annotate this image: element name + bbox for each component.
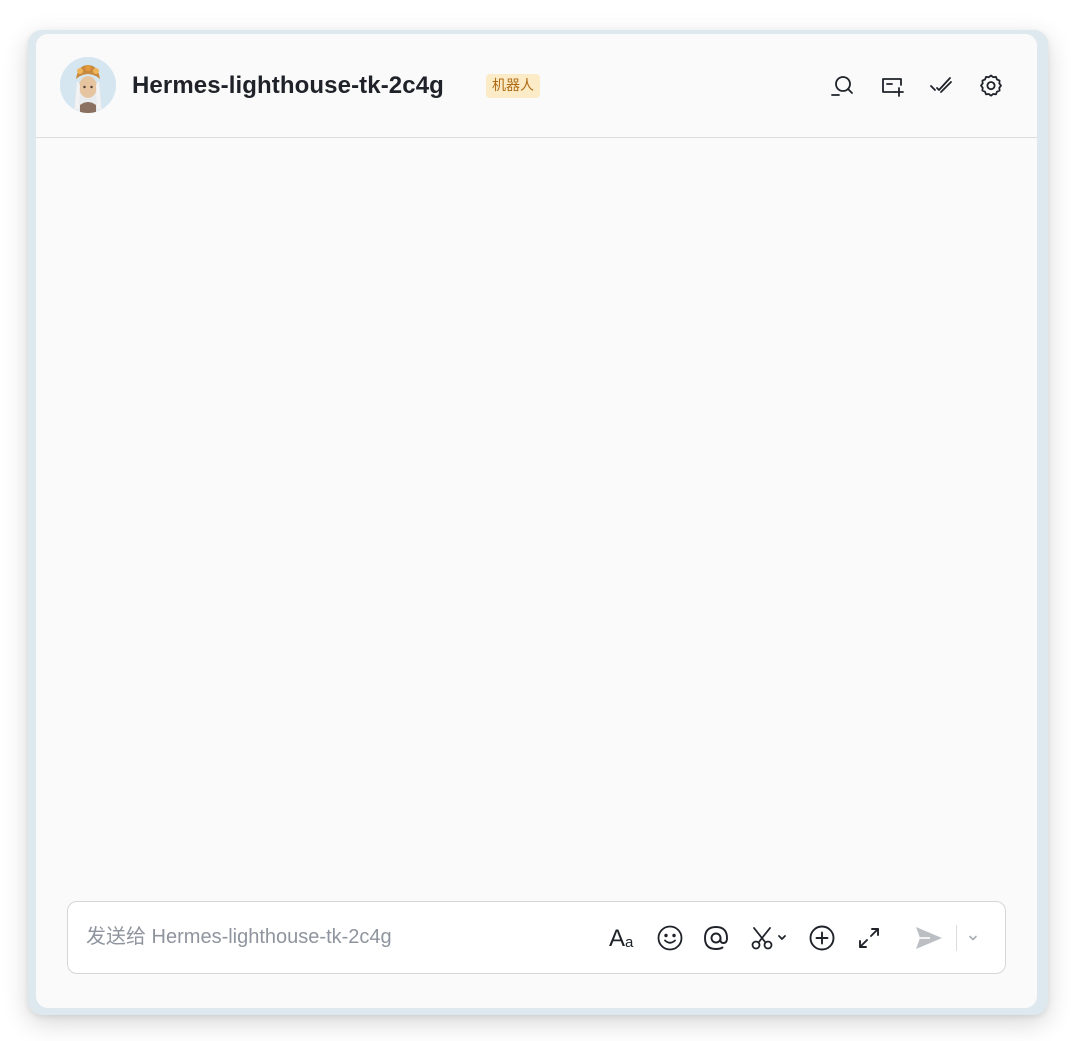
mention-icon[interactable] bbox=[701, 922, 731, 954]
search-chat-icon[interactable] bbox=[828, 72, 856, 100]
mark-done-icon[interactable] bbox=[927, 72, 955, 100]
text-format-icon[interactable]: A a bbox=[608, 922, 642, 954]
send-icon[interactable] bbox=[913, 922, 945, 954]
emoji-icon[interactable] bbox=[655, 922, 685, 954]
add-icon[interactable] bbox=[807, 922, 837, 954]
chat-title: Hermes-lighthouse-tk-2c4g bbox=[132, 72, 444, 99]
expand-icon[interactable] bbox=[854, 922, 884, 954]
screenshot-icon[interactable] bbox=[748, 922, 792, 954]
chat-header: Hermes-lighthouse-tk-2c4g 机器人 bbox=[36, 34, 1037, 138]
message-input[interactable] bbox=[86, 922, 566, 952]
bot-badge: 机器人 bbox=[486, 74, 540, 98]
settings-icon[interactable] bbox=[977, 72, 1005, 100]
chat-window: Hermes-lighthouse-tk-2c4g 机器人 发送给 Hermes… bbox=[36, 34, 1037, 1008]
add-tab-icon[interactable] bbox=[878, 72, 906, 100]
message-composer: A a bbox=[67, 901, 1006, 974]
message-list[interactable] bbox=[36, 138, 1037, 898]
svg-text:a: a bbox=[625, 934, 634, 951]
chevron-down-icon[interactable] bbox=[963, 922, 983, 954]
avatar[interactable] bbox=[60, 57, 116, 113]
send-divider bbox=[956, 925, 957, 951]
screen: Hermes-lighthouse-tk-2c4g 机器人 发送给 Hermes… bbox=[0, 0, 1080, 1041]
avatar-image bbox=[60, 57, 116, 113]
svg-text:A: A bbox=[609, 925, 625, 952]
